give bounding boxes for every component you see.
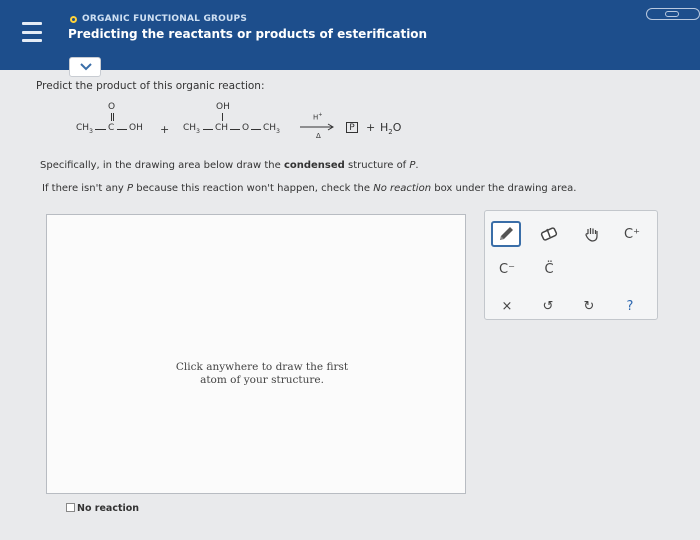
reactant2-ch3-left: CH3 [183, 123, 200, 135]
double-bond-line [113, 113, 114, 121]
pencil-tool-button[interactable] [491, 221, 521, 247]
reactant2-ch: CH [215, 123, 229, 133]
bond-line [203, 129, 213, 130]
lone-pair-icon: C̈ [544, 261, 554, 277]
clear-button[interactable]: × [492, 293, 522, 319]
drawing-toolbar: C⁺ C⁻ C̈ × ↺ ↻ ? [484, 210, 658, 320]
question-prompt: Predict the product of this organic reac… [36, 80, 265, 92]
reactant1-c: C [108, 123, 115, 133]
breadcrumb: ORGANIC FUNCTIONAL GROUPS [70, 14, 247, 24]
undo-icon: ↺ [542, 298, 554, 314]
chevron-down-icon [80, 63, 92, 71]
checkbox-icon[interactable] [66, 503, 75, 512]
canvas-hint-line2: atom of your structure. [200, 374, 324, 386]
status-dot-icon [70, 16, 77, 23]
bond-line [251, 129, 261, 130]
bond-line [117, 129, 127, 130]
hand-icon [585, 228, 598, 242]
redo-button[interactable]: ↻ [574, 293, 604, 319]
lone-pair-button[interactable]: C̈ [534, 256, 564, 282]
page-title: Predicting the reactants or products of … [68, 27, 428, 41]
no-reaction-label: No reaction [77, 503, 140, 514]
catalyst-label: H+ [313, 112, 323, 122]
charge-icon: C⁺ [624, 226, 640, 242]
hand-tool-button[interactable] [577, 221, 607, 247]
positive-charge-button[interactable]: C⁺ [617, 221, 647, 247]
pencil-icon [500, 227, 513, 240]
reactant2-o: O [242, 123, 250, 133]
product-box: P [346, 122, 358, 133]
bond-line [222, 113, 223, 121]
toggle-icon[interactable] [646, 8, 700, 20]
reactant1-oh: OH [129, 123, 143, 133]
drawing-canvas[interactable]: Click anywhere to draw the first atom of… [46, 214, 466, 494]
redo-icon: ↻ [583, 298, 595, 314]
heat-symbol: Δ [316, 132, 321, 140]
instruction-no-reaction: If there isn't any P because this reacti… [42, 183, 577, 194]
eraser-icon [540, 227, 558, 241]
menu-icon[interactable] [22, 22, 42, 42]
reactant1-ch3: CH3 [76, 123, 93, 135]
reaction-arrow-icon [300, 123, 334, 131]
main-content: Predict the product of this organic reac… [0, 78, 700, 540]
help-icon: ? [626, 298, 634, 314]
double-bond-line [111, 113, 112, 121]
reactant2-ch3-right: CH3 [263, 123, 280, 135]
help-button[interactable]: ? [615, 293, 645, 319]
canvas-hint-line1: Click anywhere to draw the first [175, 361, 349, 373]
plus-sign: + [160, 123, 170, 136]
bond-line [230, 129, 240, 130]
hydroxyl-label: OH [216, 102, 230, 112]
negative-charge-button[interactable]: C⁻ [492, 256, 522, 282]
plus-sign: + [366, 121, 376, 134]
no-reaction-checkbox[interactable]: No reaction [66, 503, 139, 514]
eraser-tool-button[interactable] [534, 221, 564, 247]
carbonyl-o-label: O [108, 102, 116, 112]
reaction-equation: O CH3 C OH + OH CH3 CH O CH3 H+ Δ P + H2… [70, 102, 470, 147]
undo-button[interactable]: ↺ [533, 293, 563, 319]
canvas-hint: Click anywhere to draw the first atom of… [162, 361, 362, 387]
collapse-button[interactable] [69, 57, 101, 77]
negative-charge-icon: C⁻ [499, 261, 515, 277]
bond-line [95, 129, 106, 130]
header-bar: ORGANIC FUNCTIONAL GROUPS Predicting the… [0, 0, 700, 70]
water-formula: H2O [380, 121, 402, 137]
breadcrumb-text: ORGANIC FUNCTIONAL GROUPS [82, 14, 248, 24]
instruction-draw: Specifically, in the drawing area below … [40, 160, 419, 171]
clear-icon: × [501, 298, 513, 314]
